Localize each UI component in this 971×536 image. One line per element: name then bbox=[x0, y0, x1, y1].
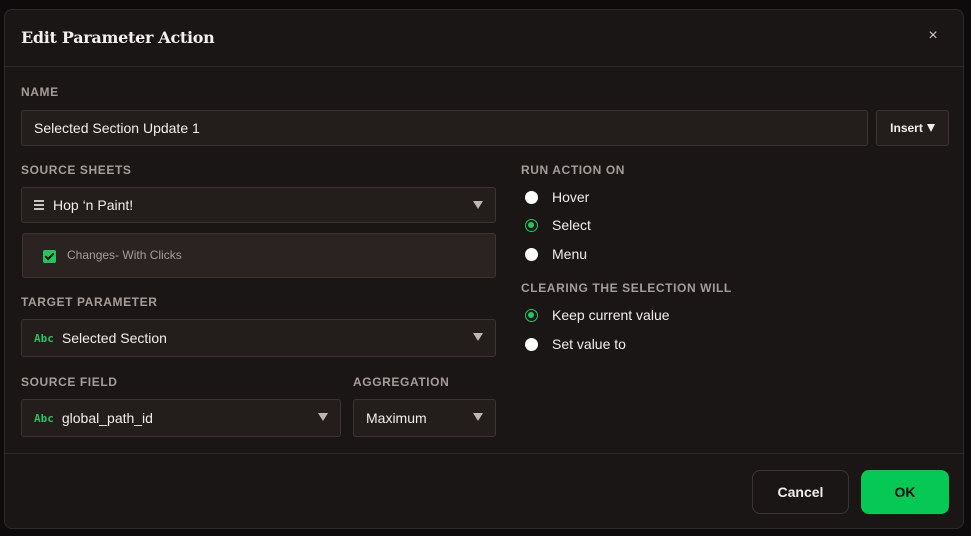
string-type-icon: Abc bbox=[34, 411, 54, 425]
radio-menu[interactable]: Menu bbox=[525, 246, 587, 262]
source-field-value: global_path_id bbox=[61, 410, 153, 426]
radio-set-value-to[interactable]: Set value to bbox=[525, 336, 626, 352]
radio-hover[interactable]: Hover bbox=[525, 189, 589, 205]
name-input-value: Selected Section Update 1 bbox=[34, 120, 200, 136]
chevron-down-icon bbox=[473, 201, 483, 209]
chevron-down-icon bbox=[473, 333, 483, 341]
caret-down-icon bbox=[926, 124, 935, 132]
source-sheets-label: SOURCE SHEETS bbox=[21, 163, 132, 177]
target-parameter-value: Selected Section bbox=[61, 330, 167, 346]
string-type-icon: Abc bbox=[34, 331, 54, 345]
source-sheets-list: Changes- With Clicks bbox=[22, 233, 496, 278]
radio-button[interactable] bbox=[525, 190, 538, 204]
source-field-select[interactable]: Abc global_path_id bbox=[21, 399, 341, 437]
sheet-item-label: Changes- With Clicks bbox=[67, 248, 182, 262]
target-parameter-label: TARGET PARAMETER bbox=[21, 295, 158, 309]
radio-hover-label: Hover bbox=[552, 189, 590, 205]
name-label: NAME bbox=[21, 85, 59, 99]
sheet-checkbox[interactable] bbox=[43, 250, 56, 263]
dialog-title: Edit Parameter Action bbox=[21, 28, 215, 47]
radio-keep-label: Keep current value bbox=[552, 307, 670, 323]
clearing-selection-label: CLEARING THE SELECTION WILL bbox=[521, 281, 732, 295]
radio-button-selected[interactable] bbox=[525, 308, 538, 322]
edit-parameter-action-dialog: Edit Parameter Action × NAME Selected Se… bbox=[4, 9, 964, 529]
insert-button[interactable]: Insert bbox=[876, 110, 949, 146]
radio-button[interactable] bbox=[525, 337, 538, 351]
radio-keep-current-value[interactable]: Keep current value bbox=[525, 307, 670, 323]
radio-set-label: Set value to bbox=[552, 336, 626, 352]
footer-divider bbox=[5, 453, 963, 454]
aggregation-select[interactable]: Maximum bbox=[353, 399, 496, 437]
radio-select-label: Select bbox=[552, 217, 591, 233]
ok-button[interactable]: OK bbox=[861, 470, 949, 514]
chevron-down-icon bbox=[473, 413, 483, 421]
dialog-header: Edit Parameter Action × bbox=[5, 10, 963, 67]
target-parameter-select[interactable]: Abc Selected Section bbox=[21, 319, 496, 357]
source-field-label: SOURCE FIELD bbox=[21, 375, 118, 389]
dashboard-icon bbox=[34, 200, 44, 210]
radio-button-selected[interactable] bbox=[525, 218, 538, 232]
run-action-on-label: RUN ACTION ON bbox=[521, 163, 626, 177]
chevron-down-icon bbox=[318, 413, 328, 421]
radio-select[interactable]: Select bbox=[525, 217, 591, 233]
radio-menu-label: Menu bbox=[552, 246, 588, 262]
radio-button[interactable] bbox=[525, 247, 538, 261]
cancel-button[interactable]: Cancel bbox=[752, 470, 849, 514]
insert-button-label: Insert bbox=[890, 121, 923, 135]
source-sheets-value: Hop ‘n Paint! bbox=[53, 197, 134, 213]
aggregation-label: AGGREGATION bbox=[353, 375, 450, 389]
source-sheets-select[interactable]: Hop ‘n Paint! bbox=[21, 187, 496, 223]
name-input[interactable]: Selected Section Update 1 bbox=[21, 110, 868, 146]
aggregation-value: Maximum bbox=[366, 410, 427, 426]
close-icon[interactable]: × bbox=[925, 28, 941, 44]
